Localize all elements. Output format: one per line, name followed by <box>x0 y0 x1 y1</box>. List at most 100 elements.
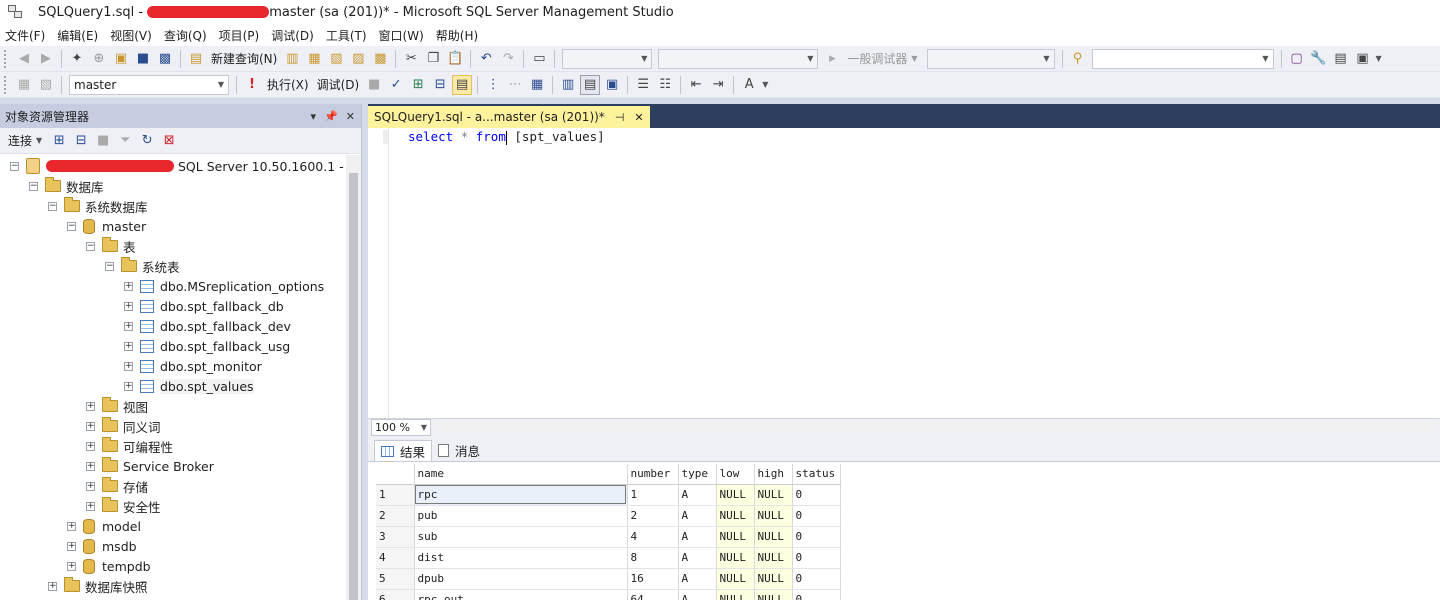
dmx-query-icon[interactable]: ▨ <box>348 49 368 69</box>
table-row[interactable]: 3 sub 4 A NULL NULL 0 <box>376 526 841 548</box>
table-cell[interactable]: NULL <box>754 526 793 548</box>
redo-icon[interactable]: ↷ <box>498 49 518 69</box>
table-cell[interactable]: sub <box>414 526 628 548</box>
pin-icon[interactable]: 📌 <box>324 110 338 123</box>
menu-edit[interactable]: 编辑(E) <box>54 27 107 44</box>
row-number[interactable]: 1 <box>376 484 415 506</box>
pin-icon[interactable]: ⊣ <box>615 111 625 124</box>
table-cell[interactable]: 0 <box>792 484 841 506</box>
mdx-query-icon[interactable]: ▧ <box>326 49 346 69</box>
save-all-icon[interactable]: ▩ <box>155 49 175 69</box>
table-cell[interactable]: 2 <box>627 505 679 527</box>
tree-node-table[interactable]: + dbo.MSreplication_options <box>124 276 324 296</box>
table-cell[interactable]: 0 <box>792 547 841 569</box>
xmla-query-icon[interactable]: ▩ <box>370 49 390 69</box>
table-cell[interactable]: A <box>678 505 717 527</box>
menu-file[interactable]: 文件(F) <box>2 27 54 44</box>
forward-icon[interactable]: ▶ <box>36 49 56 69</box>
table-cell[interactable]: 0 <box>792 568 841 590</box>
save-icon[interactable]: ■ <box>133 49 153 69</box>
results-file-icon[interactable]: ▤ <box>580 74 601 95</box>
table-row[interactable]: 2 pub 2 A NULL NULL 0 <box>376 505 841 527</box>
expand-icon[interactable]: + <box>124 361 133 371</box>
menu-project[interactable]: 项目(P) <box>216 27 269 44</box>
uncomment-icon[interactable]: ☷ <box>655 75 675 95</box>
results-grid-icon[interactable]: ▥ <box>558 75 578 95</box>
table-row[interactable]: 1 rpc 1 A NULL NULL 0 <box>376 484 841 506</box>
table-cell[interactable]: A <box>678 547 717 569</box>
menu-query[interactable]: 查询(Q) <box>161 27 216 44</box>
table-cell[interactable]: A <box>678 484 717 506</box>
toolbar-grip[interactable] <box>4 49 9 68</box>
scrollbar-thumb[interactable] <box>349 173 358 600</box>
table-cell[interactable]: 64 <box>627 589 679 600</box>
expand-icon[interactable]: + <box>124 341 133 351</box>
tree-node-system-tables[interactable]: − 系统表 <box>105 256 180 276</box>
new-query-icon[interactable]: ▤ <box>186 49 206 69</box>
refresh-icon[interactable]: ↻ <box>137 131 157 151</box>
object-explorer-scrollbar[interactable] <box>346 155 361 600</box>
table-cell[interactable]: rpc out <box>414 589 628 600</box>
column-header[interactable]: high <box>754 464 793 485</box>
copy-icon[interactable]: ❐ <box>423 49 443 69</box>
new-project-icon[interactable]: ✦ <box>67 49 87 69</box>
tree-node-tempdb[interactable]: + tempdb <box>67 556 151 576</box>
table-cell[interactable]: 1 <box>627 484 679 506</box>
tree-node-model[interactable]: + model <box>67 516 141 536</box>
decrease-indent-icon[interactable]: ⇤ <box>686 75 706 95</box>
properties-icon[interactable]: 🔧 <box>1309 49 1329 69</box>
comment-icon[interactable]: ▣ <box>602 75 622 95</box>
tree-node-master[interactable]: − master <box>67 216 146 236</box>
table-cell[interactable]: 4 <box>627 526 679 548</box>
client-stats-icon[interactable]: ⋯ <box>505 75 525 95</box>
toolbar-grip[interactable] <box>4 75 9 94</box>
zoom-combo[interactable]: 100 % ▼ <box>371 419 431 436</box>
row-number-header[interactable] <box>376 464 415 485</box>
toolbox-icon[interactable]: ▤ <box>1331 49 1351 69</box>
increase-indent-icon[interactable]: ⇥ <box>708 75 728 95</box>
chevron-down-icon[interactable]: ▼ <box>36 136 42 145</box>
debugger-icon[interactable]: ▸ <box>822 49 842 69</box>
query-designer-icon[interactable]: ⊟ <box>430 75 450 95</box>
table-cell[interactable]: 16 <box>627 568 679 590</box>
tree-node-table[interactable]: + dbo.spt_monitor <box>124 356 262 376</box>
table-cell[interactable]: 8 <box>627 547 679 569</box>
table-cell[interactable]: A <box>678 568 717 590</box>
tree-node-views[interactable]: + 视图 <box>86 396 148 416</box>
tree-node-databases[interactable]: − 数据库 <box>29 176 104 196</box>
table-row[interactable]: 5 dpub 16 A NULL NULL 0 <box>376 568 841 590</box>
menu-debug[interactable]: 调试(D) <box>268 27 323 44</box>
tree-node-server[interactable]: − SQL Server 10.50.1600.1 - sa) <box>10 156 346 176</box>
table-cell[interactable]: NULL <box>754 568 793 590</box>
debug-target-combo[interactable]: ▼ <box>926 48 1055 69</box>
cut-icon[interactable]: ✂ <box>401 49 421 69</box>
database-selector[interactable]: master ▼ <box>69 74 229 95</box>
menu-view[interactable]: 视图(V) <box>107 27 161 44</box>
tree-node-service-broker[interactable]: + Service Broker <box>86 456 214 476</box>
tree-node-storage[interactable]: + 存储 <box>86 476 148 496</box>
activity-monitor-icon[interactable]: ▭ <box>529 49 549 69</box>
expand-icon[interactable]: + <box>86 501 95 511</box>
tree-node-table[interactable]: + dbo.spt_fallback_usg <box>124 336 290 356</box>
table-cell[interactable]: pub <box>414 505 628 527</box>
table-cell[interactable]: 0 <box>792 526 841 548</box>
solution-config-combo[interactable]: ▼ <box>562 48 653 69</box>
tree-node-snapshots[interactable]: + 数据库快照 <box>48 576 148 596</box>
collapse-icon[interactable]: − <box>10 161 19 171</box>
expand-icon[interactable]: + <box>124 381 133 391</box>
comment-out-icon[interactable]: ☰ <box>633 75 653 95</box>
column-header[interactable]: status <box>792 464 841 485</box>
tab-messages[interactable]: 消息 <box>432 440 486 461</box>
tree-node-table[interactable]: + dbo.spt_fallback_dev <box>124 316 291 336</box>
filter-icon[interactable]: ⏷ <box>115 131 135 151</box>
menu-tools[interactable]: 工具(T) <box>323 27 376 44</box>
tree-node-system-databases[interactable]: − 系统数据库 <box>48 196 148 216</box>
table-cell[interactable]: NULL <box>716 568 755 590</box>
new-query-button[interactable]: 新建查询(N) <box>207 50 281 67</box>
disconnect-server-icon[interactable]: ⊟ <box>71 131 91 151</box>
db-engine-query-icon[interactable]: ▥ <box>282 49 302 69</box>
find-combo[interactable]: ▼ <box>1091 48 1274 69</box>
table-cell[interactable]: NULL <box>716 526 755 548</box>
back-icon[interactable]: ◀ <box>14 49 34 69</box>
table-cell[interactable]: dist <box>414 547 628 569</box>
